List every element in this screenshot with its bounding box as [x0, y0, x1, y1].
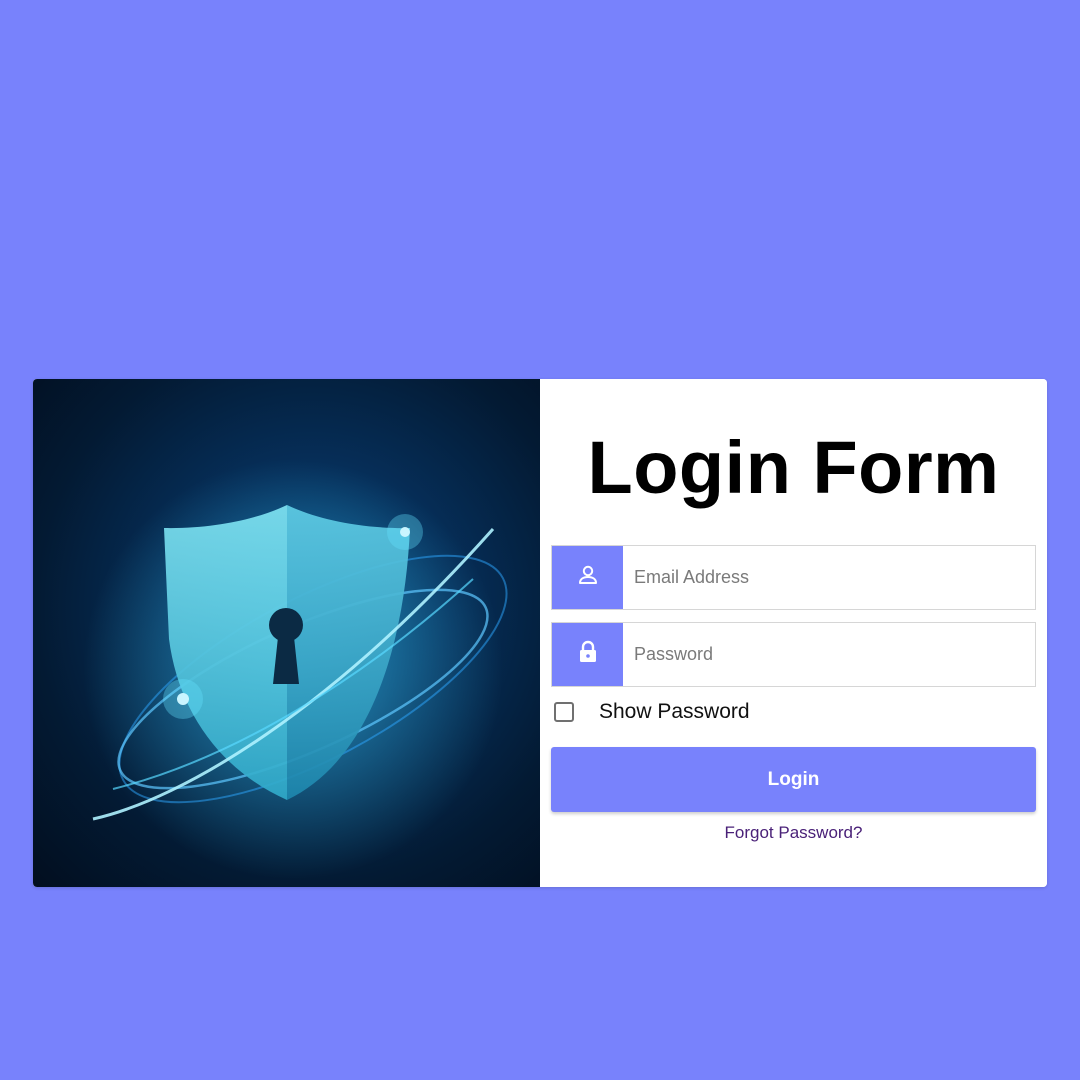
- user-icon: [577, 564, 599, 591]
- login-card: Login Form Email Address Show Password L…: [33, 379, 1047, 887]
- show-password-label[interactable]: Show Password: [599, 700, 750, 724]
- email-field-group: [551, 545, 1036, 610]
- forgot-password-link[interactable]: Forgot Password?: [540, 823, 1047, 843]
- password-field-group: [551, 622, 1036, 687]
- login-form: Login Form Email Address Show Password L…: [540, 379, 1047, 887]
- password-input[interactable]: [623, 623, 1035, 686]
- show-password-checkbox[interactable]: [554, 702, 574, 722]
- show-password-row: Show Password: [554, 700, 750, 724]
- shield-keyhole-icon: [83, 459, 508, 879]
- lock-icon: [578, 640, 598, 669]
- page-title: Login Form: [587, 426, 1000, 509]
- email-input[interactable]: [623, 546, 1035, 609]
- password-icon-box: [552, 623, 623, 686]
- security-illustration: [33, 379, 540, 887]
- login-button[interactable]: Login: [551, 747, 1036, 812]
- email-icon-box: [552, 546, 623, 609]
